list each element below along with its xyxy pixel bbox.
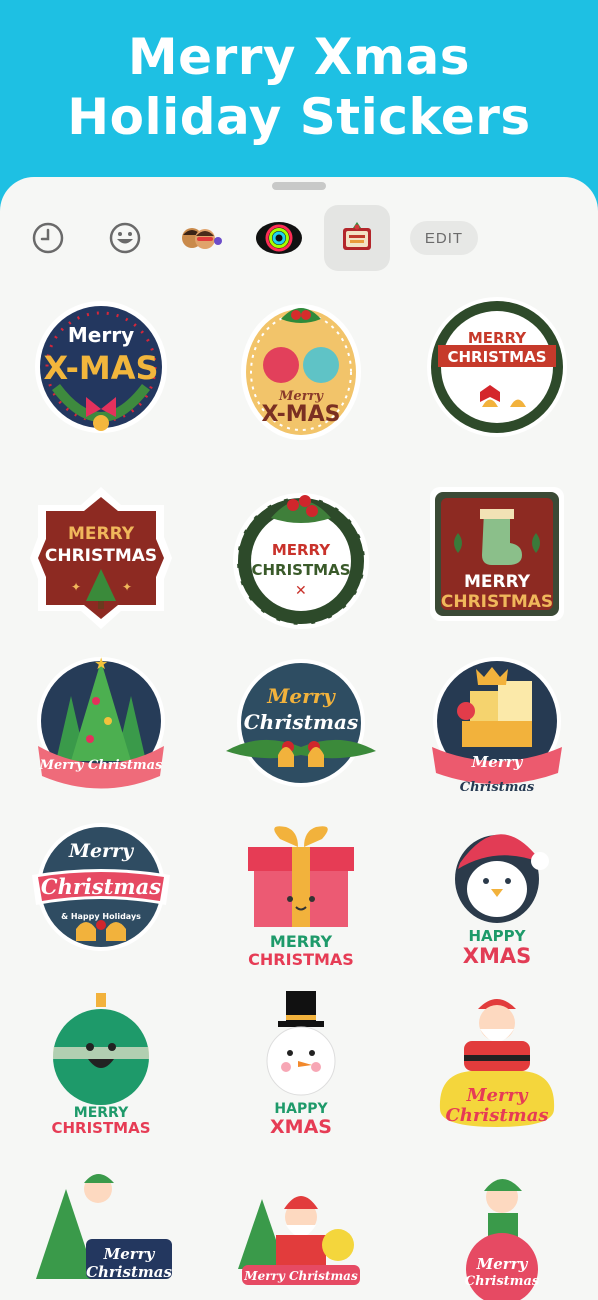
sticker-text: Christmas [244,710,358,734]
tab-emoji[interactable] [99,205,151,271]
sticker-16[interactable]: Merry Christmas [26,1169,176,1300]
sticker-3[interactable]: MERRY CHRISTMAS [422,297,572,447]
sticker-text: CHRISTMAS [251,561,350,579]
sticker-text: CHRISTMAS [51,1119,150,1137]
sticker-text: Merry [266,684,336,708]
tab-rings[interactable] [253,205,305,271]
sticker-9[interactable]: Merry Christmas [422,651,572,801]
sticker-text: Merry Christmas [39,758,164,773]
svg-text:✦: ✦ [71,580,81,594]
sticker-text: CHRISTMAS [45,546,157,566]
sticker-text: & Happy Holidays [61,912,141,921]
sticker-10[interactable]: Merry Christmas & Happy Holidays [26,819,176,969]
sticker-text: Christmas [86,1263,172,1281]
sticker-text: XMAS [463,944,531,968]
promo-banner: Merry Xmas Holiday Stickers [0,0,598,190]
svg-text:★: ★ [94,656,108,673]
sticker-text: Merry [103,1245,156,1263]
sticker-text: Merry [68,840,135,862]
sticker-12[interactable]: HAPPY XMAS [422,819,572,969]
sticker-text: CHRISTMAS [447,348,546,366]
sticker-text: MERRY [464,572,531,592]
recent-clock-icon [32,222,64,254]
sticker-18[interactable]: Merry Christmas [422,1169,572,1300]
sticker-tab-bar: EDIT [0,205,598,271]
sticker-text: CHRISTMAS [441,592,553,612]
banner-title-line1: Merry Xmas [127,28,471,86]
sticker-6[interactable]: MERRY CHRISTMAS [422,483,572,633]
svg-text:✦: ✦ [122,580,132,594]
banner-title-line2: Holiday Stickers [67,88,531,146]
sticker-text: HAPPY [274,1101,328,1117]
sticker-8[interactable]: Merry Christmas [226,651,376,801]
sticker-text: MERRY [272,541,331,559]
sticker-text: Christmas [445,1105,548,1126]
sticker-text: MERRY [270,932,333,951]
sticker-text: Merry [471,753,524,771]
sticker-keyboard-sheet: EDIT Merry X-MAS Merry X-MAS MERRY CHRIS… [0,177,598,1300]
christmas-pack-icon [343,222,371,250]
ring-pack-icon [256,222,302,254]
memoji-pack-icon [182,228,222,249]
emoji-smiley-icon [109,222,141,254]
sticker-text: Merry [68,323,134,347]
sticker-text: Merry [476,1255,529,1273]
sticker-text: CHRISTMAS [248,950,354,969]
sticker-text: HAPPY [468,927,526,945]
sticker-17[interactable]: Merry Christmas [226,1169,376,1300]
sticker-text: Christmas [41,874,161,899]
drag-handle[interactable] [272,182,326,190]
sticker-7[interactable]: ★ Merry Christmas [26,651,176,801]
sticker-5[interactable]: MERRY CHRISTMAS ✕ [226,483,376,633]
sticker-4[interactable]: MERRY CHRISTMAS ✦ ✦ [26,483,176,633]
sticker-text: Merry [466,1085,529,1106]
sticker-text: MERRY [468,329,527,347]
sticker-15[interactable]: Merry Christmas [422,989,572,1139]
sticker-11[interactable]: MERRY CHRISTMAS [226,819,376,969]
sticker-1[interactable]: Merry X-MAS [26,297,176,447]
svg-text:✕: ✕ [295,582,307,598]
tab-recent[interactable] [22,205,74,271]
sticker-text: Merry Christmas [243,1269,358,1283]
sticker-14[interactable]: HAPPY XMAS [226,989,376,1139]
tab-christmas-stickers[interactable] [324,205,390,271]
sticker-text: X-MAS [44,349,159,387]
edit-button[interactable]: EDIT [410,221,478,255]
sticker-text: Christmas [460,780,535,795]
sticker-13[interactable]: MERRY CHRISTMAS [26,989,176,1139]
sticker-text: Christmas [465,1274,540,1289]
tab-memoji[interactable] [176,205,228,271]
sticker-text: MERRY [68,524,135,544]
sticker-text: X-MAS [261,402,340,427]
sticker-2[interactable]: Merry X-MAS [226,297,376,447]
sticker-text: XMAS [270,1116,332,1138]
